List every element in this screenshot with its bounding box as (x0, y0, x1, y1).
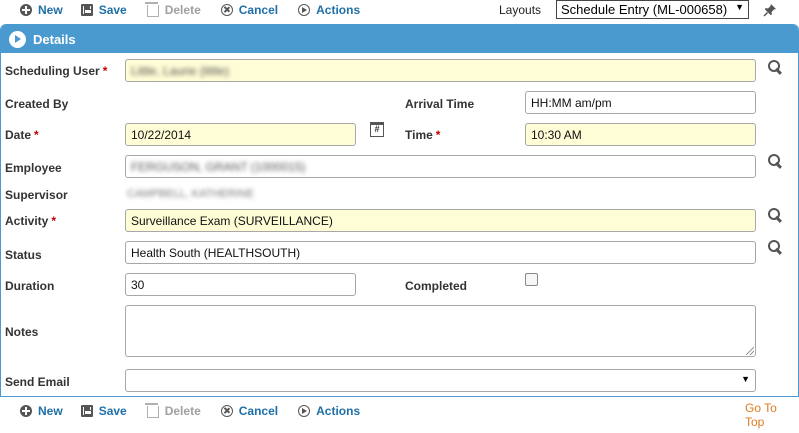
completed-label: Completed (405, 279, 468, 293)
scheduling-user-label: Scheduling User * (5, 64, 107, 78)
required-marker: * (51, 214, 57, 228)
save-button[interactable]: Save (80, 404, 127, 418)
search-icon[interactable] (768, 60, 784, 76)
employee-field[interactable]: FERGUSON, GRANT (1000015) (125, 155, 756, 178)
scheduling-user-field[interactable]: Little, Laurie (little) (125, 59, 756, 82)
time-field[interactable]: 10:30 AM (525, 123, 756, 146)
supervisor-label: Supervisor (5, 188, 68, 202)
notes-label: Notes (5, 325, 39, 339)
cancel-label: Cancel (238, 3, 279, 17)
activity-label: Activity * (5, 214, 56, 228)
date-label-text: Date (5, 128, 32, 142)
new-button[interactable]: New (20, 404, 63, 418)
date-value: 10/22/2014 (131, 128, 192, 142)
floppy-disk-icon (80, 405, 93, 417)
delete-label: Delete (164, 404, 201, 418)
time-value: 10:30 AM (531, 128, 582, 142)
layouts-select[interactable]: Schedule Entry (ML-000658) ▼ (556, 0, 749, 19)
resize-grip-icon[interactable] (746, 347, 754, 355)
play-circle-icon (9, 30, 26, 48)
dropdown-arrow-icon: ▼ (735, 2, 744, 12)
save-label: Save (98, 404, 127, 418)
time-label-text: Time (405, 128, 433, 142)
send-email-label: Send Email (5, 375, 70, 389)
pin-icon[interactable] (763, 3, 777, 17)
notes-textarea[interactable] (125, 305, 756, 357)
required-marker: * (34, 128, 39, 142)
new-button[interactable]: New (20, 3, 63, 17)
activity-label-text: Activity (5, 214, 49, 228)
play-circle-icon (298, 4, 311, 16)
panel-title: Details (33, 31, 76, 47)
actions-label: Actions (316, 404, 361, 418)
new-label: New (38, 3, 63, 17)
new-label: New (38, 404, 63, 418)
save-button[interactable]: Save (80, 3, 127, 17)
plus-circle-icon (20, 405, 32, 417)
play-circle-icon (298, 405, 311, 417)
date-field[interactable]: 10/22/2014 (125, 123, 356, 146)
completed-checkbox[interactable] (525, 273, 538, 286)
required-marker: * (435, 128, 441, 142)
duration-field[interactable]: 30 (125, 273, 356, 296)
actions-label: Actions (316, 3, 361, 17)
time-label: Time * (405, 128, 440, 142)
status-field[interactable]: Health South (HEALTHSOUTH) (125, 241, 756, 264)
cancel-button[interactable]: Cancel (220, 3, 279, 17)
required-marker: * (102, 64, 108, 78)
scheduling-user-label-text: Scheduling User (5, 64, 100, 78)
x-circle-icon (220, 4, 233, 16)
search-icon[interactable] (768, 208, 784, 224)
trash-icon (144, 2, 159, 17)
bottom-toolbar: New Save Delete Cancel Actions (0, 401, 360, 421)
details-panel-header[interactable]: Details (1, 25, 798, 53)
employee-value: FERGUSON, GRANT (1000015) (131, 160, 306, 174)
search-icon[interactable] (768, 154, 784, 170)
delete-button[interactable]: Delete (144, 403, 201, 418)
date-label: Date * (5, 128, 39, 142)
top-toolbar: New Save Delete Cancel Actions (0, 0, 360, 20)
dropdown-arrow-icon: ▼ (741, 374, 750, 384)
x-circle-icon (220, 405, 233, 417)
trash-icon (144, 403, 159, 418)
duration-value: 30 (131, 278, 145, 292)
status-label: Status (5, 248, 42, 262)
go-to-top-link[interactable]: Go To Top (745, 401, 799, 429)
employee-label: Employee (5, 161, 62, 175)
send-email-select[interactable]: ▼ (125, 369, 756, 392)
calendar-icon[interactable]: # (370, 122, 384, 137)
search-icon[interactable] (768, 240, 784, 256)
actions-button[interactable]: Actions (298, 3, 360, 17)
arrival-time-label: Arrival Time (405, 97, 475, 111)
scheduling-user-value: Little, Laurie (little) (131, 64, 230, 78)
delete-button[interactable]: Delete (144, 2, 201, 17)
cancel-button[interactable]: Cancel (220, 404, 279, 418)
duration-label: Duration (5, 279, 55, 293)
cancel-label: Cancel (238, 404, 279, 418)
created-by-label: Created By (5, 97, 69, 111)
save-label: Save (98, 3, 127, 17)
plus-circle-icon (20, 4, 32, 16)
supervisor-value: CAMPBELL, KATHERINE (127, 188, 254, 200)
activity-value: Surveillance Exam (SURVEILLANCE) (131, 214, 333, 228)
status-value: Health South (HEALTHSOUTH) (131, 246, 301, 260)
layouts-selected-value: Schedule Entry (ML-000658) (561, 2, 728, 17)
delete-label: Delete (164, 3, 201, 17)
floppy-disk-icon (80, 4, 93, 16)
activity-field[interactable]: Surveillance Exam (SURVEILLANCE) (125, 209, 756, 232)
layouts-label: Layouts (499, 3, 542, 17)
actions-button[interactable]: Actions (298, 404, 360, 418)
arrival-time-field[interactable]: HH:MM am/pm (525, 91, 756, 114)
arrival-time-placeholder: HH:MM am/pm (531, 96, 612, 110)
